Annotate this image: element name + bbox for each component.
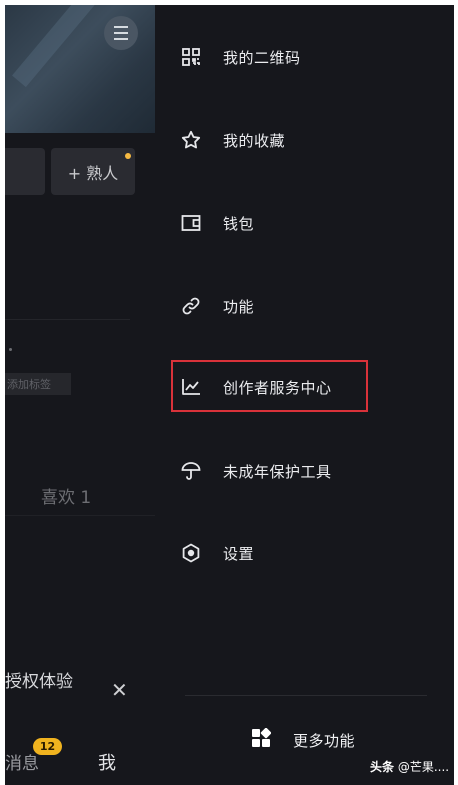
tab-me[interactable]: 我 (98, 749, 116, 775)
menu-item-minor-protection[interactable]: 未成年保护工具 (181, 451, 332, 491)
menu-item-favorites[interactable]: 我的收藏 (181, 120, 285, 160)
more-functions-label: 更多功能 (293, 731, 356, 750)
profile-page-dimmed: + 熟人 添加标签 喜欢 1 授权体验 ✕ 消息 12 我 (5, 5, 155, 785)
star-icon (181, 130, 201, 150)
more-functions-button[interactable]: 更多功能 (251, 727, 356, 752)
edit-profile-button[interactable] (5, 148, 45, 195)
menu-item-qr-code[interactable]: 我的二维码 (181, 37, 301, 77)
drawer-divider (185, 695, 427, 696)
watermark-brand: 头条 (370, 760, 395, 774)
menu-item-label: 未成年保护工具 (223, 462, 332, 481)
side-drawer-menu: 我的二维码 我的收藏 钱包 功能 创作者服务中心 未成年保护工具 设置 更多功能 (155, 5, 454, 785)
menu-item-label: 我的收藏 (223, 131, 286, 150)
add-acquaintance-button[interactable]: + 熟人 (51, 148, 135, 195)
umbrella-icon (181, 461, 201, 481)
close-icon[interactable]: ✕ (111, 678, 128, 702)
screenshot-frame: + 熟人 添加标签 喜欢 1 授权体验 ✕ 消息 12 我 我的二维码 我的收藏… (5, 5, 454, 785)
menu-item-label: 功能 (223, 297, 255, 316)
menu-item-label: 我的二维码 (223, 48, 301, 67)
link-icon (181, 296, 201, 316)
divider (5, 515, 155, 516)
qr-code-icon (181, 47, 201, 67)
menu-item-label: 钱包 (223, 214, 255, 233)
highlight-box (171, 360, 368, 412)
menu-item-label: 设置 (223, 544, 255, 563)
menu-item-settings[interactable]: 设置 (181, 533, 254, 573)
messages-count-badge: 12 (33, 738, 62, 755)
watermark: 头条 @芒果.... (370, 758, 449, 775)
trial-banner-text: 授权体验 (5, 672, 73, 692)
menu-item-functions[interactable]: 功能 (181, 286, 254, 326)
menu-icon (114, 24, 128, 42)
settings-icon (181, 543, 201, 563)
divider (5, 319, 130, 320)
profile-tag[interactable]: 添加标签 (5, 373, 71, 395)
hamburger-menu-button[interactable] (104, 16, 138, 50)
profile-tag-label: 添加标签 (7, 378, 51, 391)
wallet-icon (181, 213, 201, 233)
tab-messages[interactable]: 消息 (5, 749, 39, 774)
notification-dot (125, 153, 131, 159)
add-acquaintance-label: + 熟人 (67, 163, 119, 183)
tab-likes[interactable]: 喜欢 1 (41, 483, 91, 508)
menu-item-wallet[interactable]: 钱包 (181, 203, 254, 243)
watermark-text: @芒果.... (397, 760, 450, 774)
grid-apps-icon (251, 727, 272, 752)
bullet-dot (9, 348, 12, 351)
